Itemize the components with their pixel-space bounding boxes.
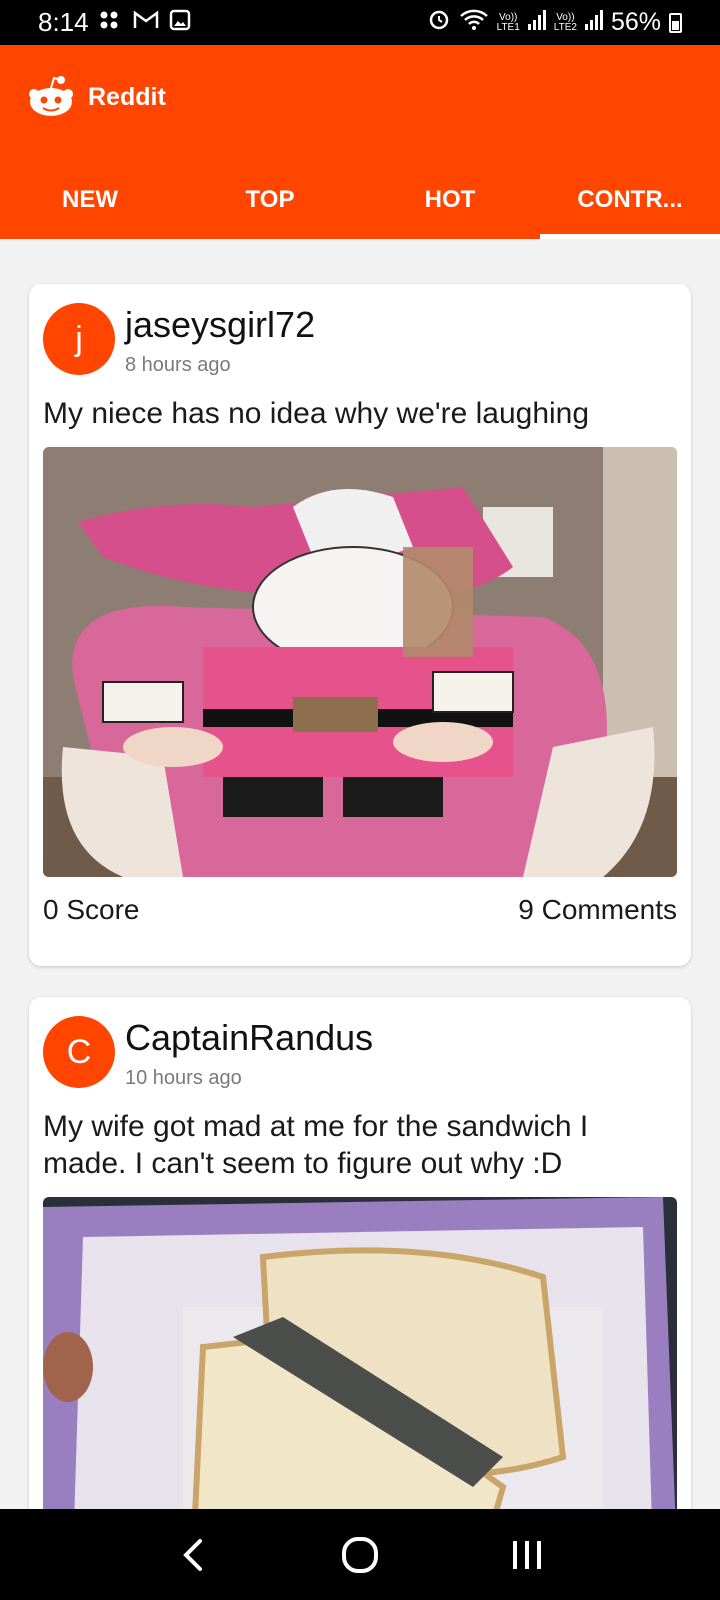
alarm-icon (427, 7, 451, 38)
battery-icon (669, 12, 682, 33)
post-time: 10 hours ago (125, 1067, 242, 1089)
back-button[interactable] (163, 1525, 223, 1585)
battery-percent: 56% (610, 8, 661, 36)
post-footer: 0 Score 9 Comments (43, 894, 677, 926)
avatar[interactable]: C (43, 1016, 115, 1088)
app-title-row: Reddit (26, 75, 166, 119)
signal-1-icon (527, 8, 546, 37)
tab-new[interactable]: NEW (0, 160, 180, 239)
sandwich-photo (43, 1197, 677, 1509)
post-image[interactable] (43, 1197, 677, 1509)
back-icon (183, 1538, 203, 1571)
status-right: Vo)) LTE1 Vo)) LTE2 56% (427, 7, 682, 38)
post-feed[interactable]: j jaseysgirl72 8 hours ago My niece has … (0, 239, 720, 1509)
post-score[interactable]: 0 Score (43, 894, 140, 926)
post-card[interactable]: C CaptainRandus 10 hours ago My wife got… (29, 997, 691, 1509)
dots-notification-icon (99, 10, 123, 35)
post-card[interactable]: j jaseysgirl72 8 hours ago My niece has … (29, 284, 691, 966)
clock: 8:14 (38, 7, 89, 37)
post-title[interactable]: My wife got mad at me for the sandwich I… (43, 1108, 677, 1182)
post-image[interactable] (43, 447, 677, 877)
avatar[interactable]: j (43, 303, 115, 375)
app-title: Reddit (88, 82, 166, 111)
tab-controversial[interactable]: CONTR... (540, 160, 720, 239)
wifi-icon (459, 7, 489, 38)
gmail-icon (133, 10, 159, 35)
system-nav-bar (0, 1509, 720, 1600)
status-left: 8:14 (38, 7, 191, 38)
gallery-icon (169, 9, 191, 36)
post-title[interactable]: My niece has no idea why we're laughing (43, 395, 677, 432)
tab-hot[interactable]: HOT (360, 160, 540, 239)
post-username[interactable]: CaptainRandus (125, 1017, 373, 1059)
lte2-indicator: Vo)) LTE2 (553, 11, 577, 33)
home-button[interactable] (330, 1525, 390, 1585)
post-comments[interactable]: 9 Comments (518, 894, 677, 926)
reddit-logo-icon (29, 76, 73, 116)
recents-button[interactable] (497, 1525, 557, 1585)
tab-bar: NEW TOP HOT CONTR... (0, 160, 720, 239)
post-username[interactable]: jaseysgirl72 (125, 304, 315, 346)
home-icon (341, 1536, 378, 1573)
santa-cutout-photo (43, 447, 677, 877)
app-bar: Reddit NEW TOP HOT CONTR... (0, 45, 720, 239)
lte1-indicator: Vo)) LTE1 (496, 11, 520, 33)
signal-2-icon (584, 8, 603, 37)
post-time: 8 hours ago (125, 354, 231, 376)
tab-top[interactable]: TOP (180, 160, 360, 239)
recents-icon (512, 1540, 541, 1569)
status-bar: 8:14 Vo)) LTE1 Vo)) LTE2 56% (0, 0, 720, 45)
